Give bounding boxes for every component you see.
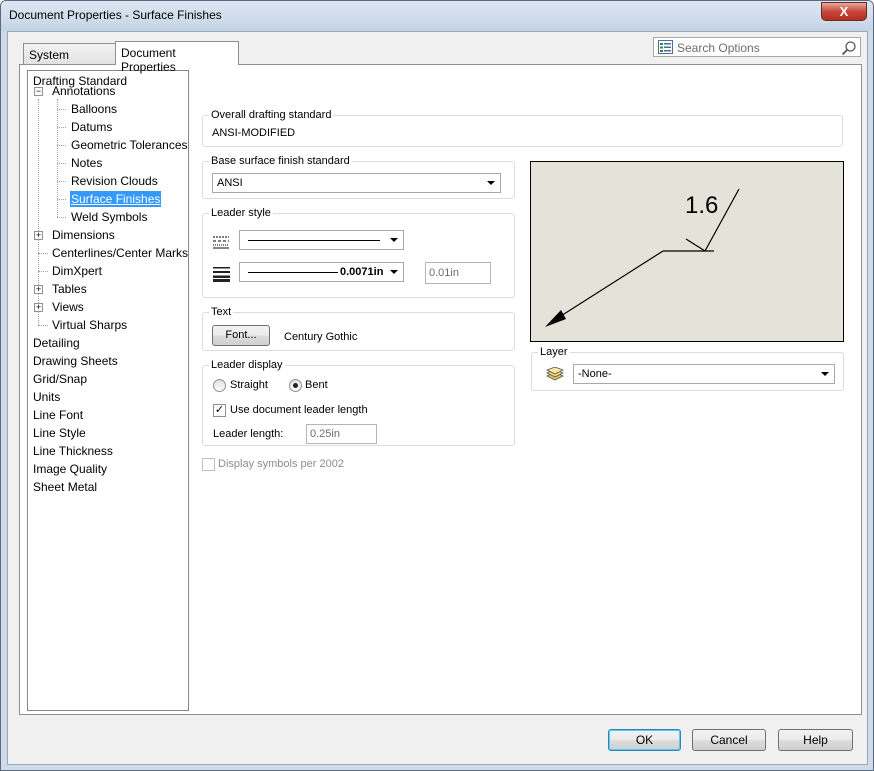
- tree-item-weld-symbols[interactable]: Weld Symbols: [71, 209, 147, 225]
- display-2002-label[interactable]: Display symbols per 2002: [218, 458, 344, 470]
- expand-tables-icon[interactable]: +: [34, 285, 43, 294]
- expand-dimensions-icon[interactable]: +: [34, 231, 43, 240]
- layer-caption: Layer: [538, 346, 570, 358]
- line-thickness-selected: 0.0071in: [340, 266, 384, 278]
- surface-finish-preview: 1.6: [530, 161, 844, 342]
- leader-style-caption: Leader style: [209, 207, 273, 219]
- tree-item-dimensions[interactable]: Dimensions: [52, 227, 115, 243]
- layer-selected: -None-: [578, 368, 612, 380]
- search-options-box[interactable]: Search Options: [653, 37, 861, 57]
- custom-thickness-input[interactable]: 0.01in: [425, 262, 491, 284]
- tree-item-line-style[interactable]: Line Style: [33, 425, 86, 441]
- layer-icon: [546, 367, 564, 381]
- overall-standard-value: ANSI-MODIFIED: [212, 127, 296, 139]
- chevron-down-icon: [390, 238, 398, 242]
- font-button[interactable]: Font...: [212, 325, 270, 346]
- display-2002-checkbox[interactable]: [202, 458, 215, 471]
- tree-item-revision-clouds[interactable]: Revision Clouds: [71, 173, 158, 189]
- leader-length-label: Leader length:: [213, 428, 284, 440]
- surface-finish-symbol: [545, 188, 740, 327]
- tree-item-dimxpert[interactable]: DimXpert: [52, 263, 102, 279]
- collapse-annotations-icon[interactable]: −: [34, 87, 43, 96]
- options-list-icon: [658, 40, 673, 54]
- tree-item-detailing[interactable]: Detailing: [33, 335, 80, 351]
- tree-item-virtual-sharps[interactable]: Virtual Sharps: [52, 317, 127, 333]
- bent-radio[interactable]: [289, 379, 302, 392]
- ok-button[interactable]: OK: [608, 729, 681, 751]
- tree-item-notes[interactable]: Notes: [71, 155, 102, 171]
- chevron-down-icon: [390, 270, 398, 274]
- tree-item-units[interactable]: Units: [33, 389, 60, 405]
- search-input[interactable]: Search Options: [677, 41, 760, 55]
- leader-style-group: Leader style 0.0071in 0.01in: [202, 207, 515, 298]
- expand-views-icon[interactable]: +: [34, 303, 43, 312]
- layer-group: Layer -None-: [531, 346, 844, 391]
- font-name-value: Century Gothic: [284, 331, 358, 343]
- leader-length-input[interactable]: 0.25in: [306, 424, 377, 444]
- tab-system-options[interactable]: System Options: [23, 43, 116, 76]
- tree-item-datums[interactable]: Datums: [71, 119, 112, 135]
- overall-standard-group: Overall drafting standard ANSI-MODIFIED: [202, 109, 843, 147]
- chevron-down-icon: [821, 372, 829, 376]
- straight-radio[interactable]: [213, 379, 226, 392]
- base-standard-selected: ANSI: [217, 177, 243, 189]
- straight-label[interactable]: Straight: [230, 379, 268, 391]
- line-style-dropdown[interactable]: [239, 230, 404, 250]
- line-thickness-icon: [213, 267, 230, 282]
- bent-label[interactable]: Bent: [305, 379, 328, 391]
- text-caption: Text: [209, 306, 234, 318]
- text-group: Text Font... Century Gothic: [202, 306, 515, 351]
- tree-item-drawing-sheets[interactable]: Drawing Sheets: [33, 353, 118, 369]
- chevron-down-icon: [487, 181, 495, 185]
- tree-item-grid-snap[interactable]: Grid/Snap: [33, 371, 87, 387]
- close-button[interactable]: X: [821, 2, 867, 21]
- layer-dropdown[interactable]: -None-: [573, 364, 835, 384]
- use-doc-length-label[interactable]: Use document leader length: [230, 404, 368, 416]
- help-button[interactable]: Help: [778, 729, 853, 751]
- tree-item-image-quality[interactable]: Image Quality: [33, 461, 107, 477]
- base-standard-caption: Base surface finish standard: [209, 155, 352, 167]
- leader-display-caption: Leader display: [209, 359, 285, 371]
- tree-item-balloons[interactable]: Balloons: [71, 101, 117, 117]
- line-style-icon: [213, 236, 229, 249]
- tree-item-geometric-tolerances[interactable]: Geometric Tolerances: [71, 137, 188, 153]
- tree-item-tables[interactable]: Tables: [52, 281, 87, 297]
- options-tree[interactable]: Drafting Standard − Annotations Balloons…: [27, 70, 189, 711]
- dialog-window: Document Properties - Surface Finishes X…: [0, 0, 874, 771]
- tree-item-surface-finishes[interactable]: Surface Finishes: [70, 191, 162, 207]
- use-doc-length-checkbox[interactable]: ✓: [213, 404, 226, 417]
- base-standard-group: Base surface finish standard ANSI: [202, 155, 515, 199]
- tree-item-annotations[interactable]: Annotations: [52, 83, 115, 99]
- tree-item-line-thickness[interactable]: Line Thickness: [33, 443, 113, 459]
- overall-standard-caption: Overall drafting standard: [209, 109, 334, 121]
- dialog-client: System Options Document Properties Searc…: [7, 31, 868, 765]
- base-standard-dropdown[interactable]: ANSI: [212, 173, 501, 193]
- search-icon[interactable]: [841, 40, 857, 56]
- tab-document-properties[interactable]: Document Properties: [115, 41, 239, 74]
- roughness-value: 1.6: [685, 192, 719, 219]
- title-bar[interactable]: Document Properties - Surface Finishes X: [1, 1, 873, 31]
- tree-item-sheet-metal[interactable]: Sheet Metal: [33, 479, 97, 495]
- tree-item-centerlines[interactable]: Centerlines/Center Marks: [52, 245, 188, 261]
- leader-display-group: Leader display Straight Bent ✓ Use docum…: [202, 359, 515, 446]
- tree-item-line-font[interactable]: Line Font: [33, 407, 83, 423]
- line-thickness-dropdown[interactable]: 0.0071in: [239, 262, 404, 282]
- tree-item-views[interactable]: Views: [52, 299, 84, 315]
- cancel-button[interactable]: Cancel: [692, 729, 766, 751]
- options-panel: Drafting Standard − Annotations Balloons…: [19, 64, 862, 715]
- window-title: Document Properties - Surface Finishes: [9, 8, 222, 22]
